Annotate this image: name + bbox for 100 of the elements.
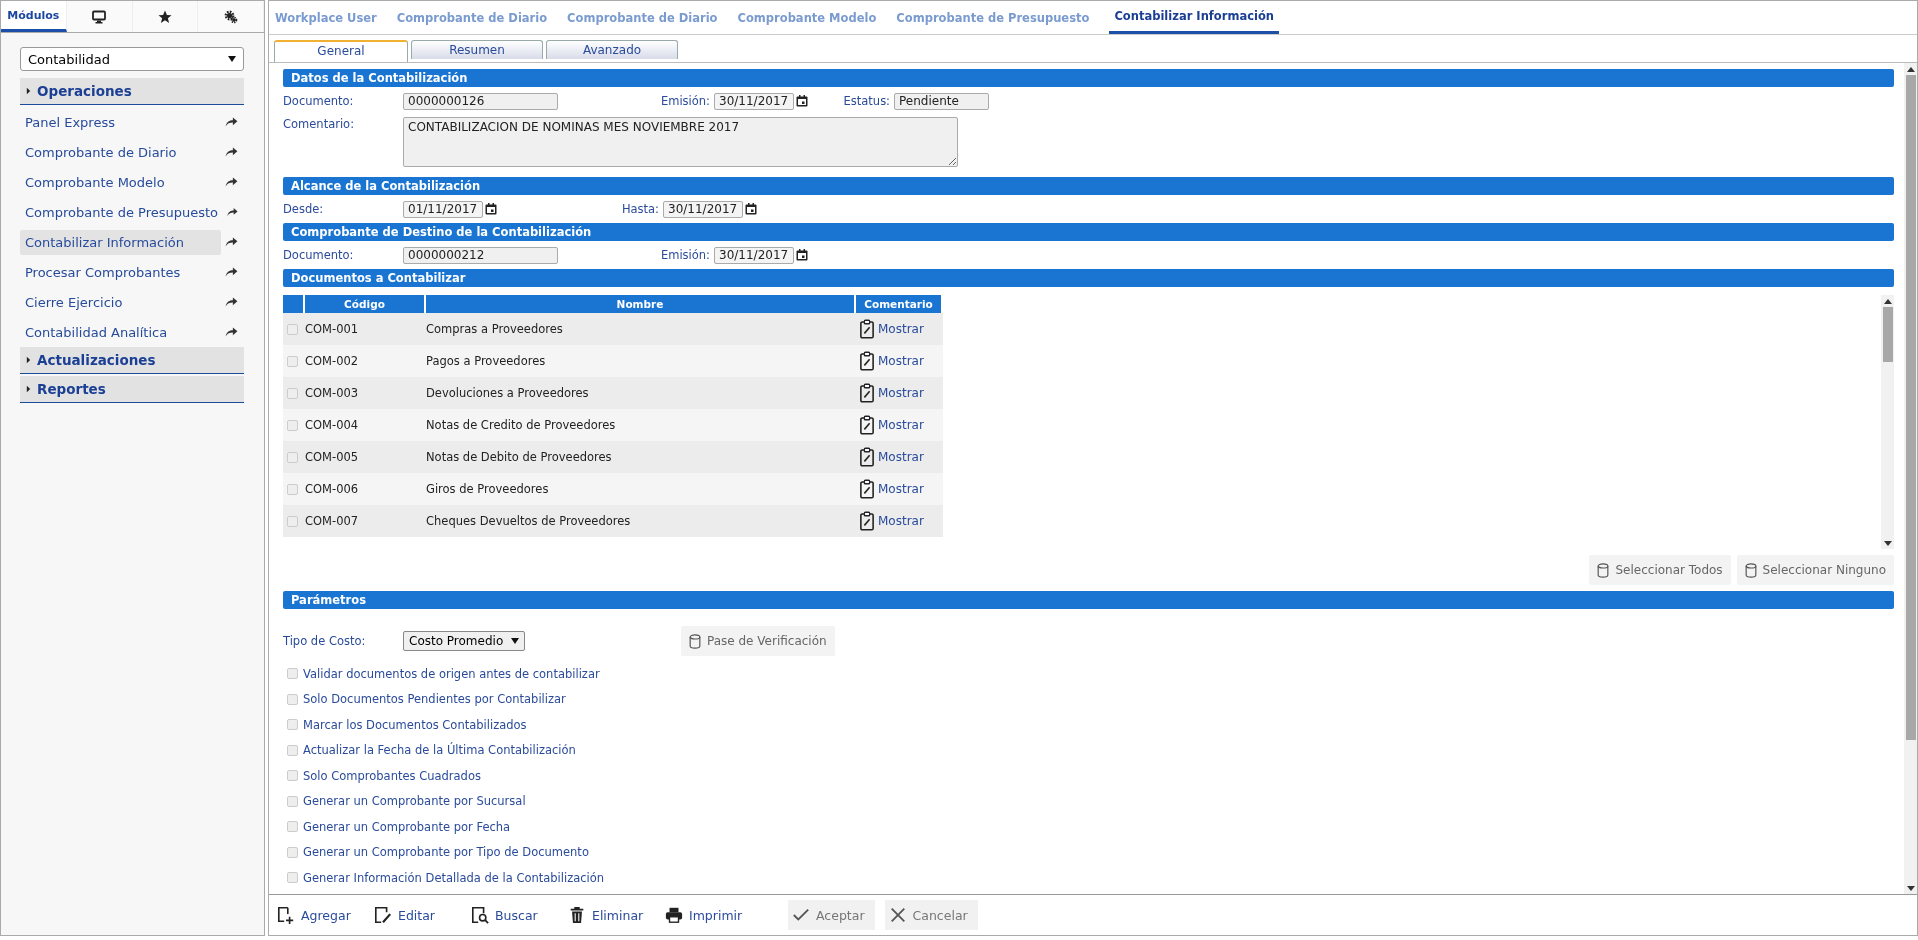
checkbox[interactable] [287, 693, 298, 705]
clipboard-edit-icon[interactable] [860, 415, 874, 435]
document-field[interactable]: 0000000212 [403, 246, 558, 264]
select-button[interactable]: Seleccionar Ninguno [1736, 555, 1894, 585]
section-header[interactable]: Operaciones [20, 78, 244, 105]
status-field[interactable]: Pendiente [894, 92, 989, 110]
toolbar-button[interactable]: Agregar [273, 900, 370, 930]
select-button[interactable]: Seleccionar Todos [1589, 555, 1731, 585]
caret-icon [26, 87, 31, 95]
calendar-icon[interactable] [796, 95, 808, 107]
verification-button[interactable]: Pase de Verificación [681, 626, 835, 656]
toolbar-button[interactable]: Eliminar [564, 900, 661, 930]
checkbox[interactable] [287, 719, 298, 731]
menu-item[interactable]: Panel Express [20, 109, 221, 135]
checkbox[interactable] [287, 668, 298, 680]
toolbar-button[interactable]: Buscar [467, 900, 564, 930]
checkbox[interactable] [287, 795, 298, 807]
checkbox[interactable] [287, 515, 298, 527]
table-cell: Compras a Proveedores [426, 322, 563, 336]
menu-item[interactable]: Comprobante de Presupuesto [20, 199, 224, 225]
column-header: Nombre [426, 295, 856, 313]
scroll-up-icon[interactable] [1906, 66, 1915, 72]
database-icon [1597, 562, 1610, 578]
document-tab[interactable]: Contabilizar Información [1109, 1, 1279, 34]
checkbox[interactable] [287, 846, 298, 858]
date-field[interactable]: 01/11/2017 [403, 200, 483, 218]
field-label: Documento: [283, 94, 355, 108]
date-field[interactable]: 30/11/2017 [714, 92, 794, 110]
field-label: Comentario: [283, 117, 356, 131]
scroll-up-icon[interactable] [1883, 298, 1892, 304]
field-label: Tipo de Costo: [283, 634, 367, 648]
clipboard-edit-icon[interactable] [860, 511, 874, 531]
share-arrow-icon[interactable] [225, 177, 238, 187]
field-label: Emisión: [659, 94, 711, 108]
table-cell: COM-005 [305, 450, 359, 464]
date-field[interactable]: 30/11/2017 [663, 200, 743, 218]
clipboard-edit-icon[interactable] [860, 383, 874, 403]
module-select[interactable]: Contabilidad [20, 47, 244, 71]
share-arrow-icon[interactable] [227, 207, 238, 217]
column-header: Comentario [856, 295, 943, 313]
share-arrow-icon[interactable] [225, 327, 238, 337]
section-title: Reportes [37, 381, 106, 397]
share-arrow-icon[interactable] [225, 297, 238, 307]
calendar-icon[interactable] [745, 203, 757, 215]
share-arrow-icon[interactable] [225, 237, 238, 247]
share-arrow-icon[interactable] [225, 147, 238, 157]
section-header[interactable]: Actualizaciones [20, 347, 244, 374]
table-cell: COM-006 [305, 482, 359, 496]
checkbox[interactable] [287, 387, 298, 399]
checkbox[interactable] [287, 770, 298, 782]
modules-tab[interactable]: Módulos [1, 1, 67, 32]
menu-item[interactable]: Procesar Comprobantes [20, 259, 221, 285]
clipboard-edit-icon[interactable] [860, 479, 874, 499]
checkbox[interactable] [287, 821, 298, 833]
clipboard-edit-icon[interactable] [860, 351, 874, 371]
section-tab[interactable]: General [274, 40, 408, 62]
calendar-icon[interactable] [796, 249, 808, 261]
checkbox[interactable] [287, 872, 298, 884]
section-tab[interactable]: Avanzado [546, 40, 678, 59]
section-header: Parámetros [283, 591, 1894, 609]
sidebar-tab[interactable] [132, 1, 199, 32]
dropdown-arrow-icon [511, 638, 519, 644]
menu-item[interactable]: Comprobante de Diario [20, 139, 221, 165]
scrollbar-thumb[interactable] [1882, 307, 1893, 362]
checkbox[interactable] [287, 323, 298, 335]
section-tab[interactable]: Resumen [411, 40, 543, 59]
checkbox[interactable] [287, 483, 298, 495]
scrollbar-thumb[interactable] [1905, 75, 1916, 740]
table-cell: Devoluciones a Proveedores [426, 386, 589, 400]
date-field[interactable]: 30/11/2017 [714, 246, 794, 264]
option-label: Actualizar la Fecha de la Última Contabilización [303, 743, 576, 758]
menu-item[interactable]: Comprobante Modelo [20, 169, 221, 195]
scroll-down-icon[interactable] [1906, 885, 1915, 891]
scroll-down-icon[interactable] [1883, 540, 1892, 546]
scrollbar[interactable] [1904, 63, 1917, 894]
toolbar-button[interactable]: Editar [370, 900, 467, 930]
field-label: Hasta: [620, 202, 660, 216]
checkbox[interactable] [287, 451, 298, 463]
calendar-icon[interactable] [485, 203, 497, 215]
scrollbar[interactable] [1881, 295, 1894, 549]
share-arrow-icon[interactable] [225, 117, 238, 127]
sidebar-tab[interactable] [66, 1, 133, 32]
menu-item[interactable]: Contabilizar Información [20, 229, 221, 255]
printer-icon [665, 906, 683, 924]
comment-field[interactable]: CONTABILIZACION DE NOMINAS MES NOVIEMBRE 2017 [403, 117, 958, 167]
clipboard-edit-icon[interactable] [860, 447, 874, 467]
clipboard-edit-icon[interactable] [860, 319, 874, 339]
cost-type-select[interactable]: Costo Promedio [403, 631, 525, 651]
sidebar-tab[interactable] [198, 1, 264, 32]
checkbox[interactable] [287, 355, 298, 367]
menu-item[interactable]: Contabilidad Analítica [20, 319, 221, 345]
toolbar-button[interactable]: Imprimir [661, 900, 758, 930]
checkbox[interactable] [287, 744, 298, 756]
section-header[interactable]: Reportes [20, 376, 244, 403]
share-arrow-icon[interactable] [225, 267, 238, 277]
field-label: Emisión: [659, 248, 711, 262]
checkbox[interactable] [287, 419, 298, 431]
menu-item[interactable]: Cierre Ejercicio [20, 289, 221, 315]
document-field[interactable]: 0000000126 [403, 92, 558, 110]
monitor-icon [92, 9, 107, 24]
